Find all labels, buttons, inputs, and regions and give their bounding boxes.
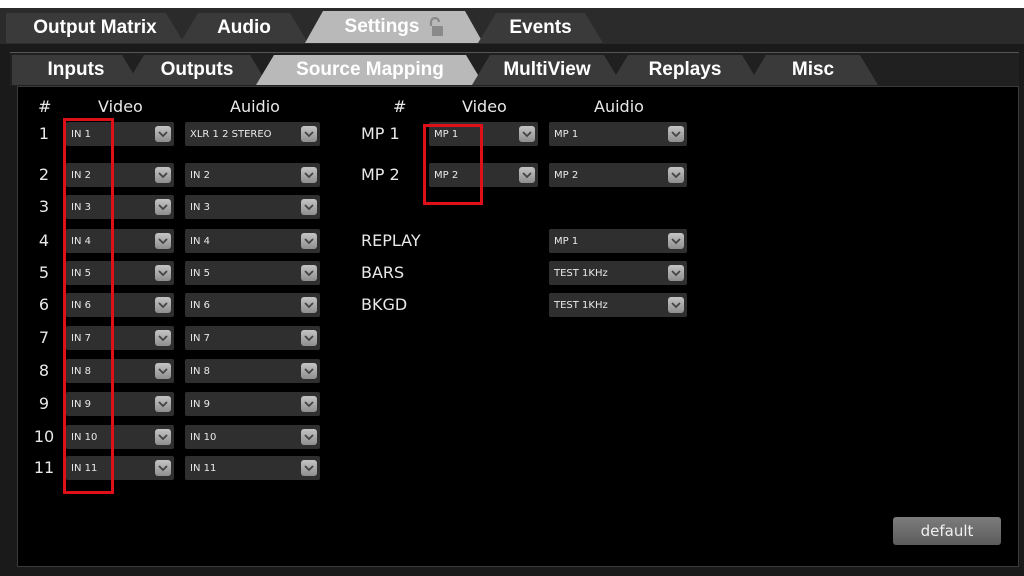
chevron-down-icon — [519, 167, 535, 183]
tab-settings[interactable]: Settings — [305, 11, 483, 43]
tab-audio[interactable]: Audio — [180, 13, 308, 43]
input-audio-select[interactable]: IN 8 — [185, 359, 320, 383]
input-video-select[interactable]: IN 6 — [66, 293, 174, 317]
input-video-select[interactable]: IN 11 — [66, 456, 174, 480]
chevron-down-icon — [155, 167, 171, 183]
chevron-down-icon — [668, 126, 684, 142]
input-row-number: 4 — [38, 231, 50, 250]
sub-tab-bar: Inputs Outputs Source Mapping MultiView … — [10, 52, 1019, 86]
chevron-down-icon — [301, 199, 317, 215]
input-video-select[interactable]: IN 3 — [66, 195, 174, 219]
input-audio-select[interactable]: XLR 1 2 STEREO — [185, 122, 320, 146]
inputs-video-header: Video — [98, 97, 143, 116]
tab-inputs[interactable]: Inputs — [12, 55, 140, 85]
input-audio-select[interactable]: IN 2 — [185, 163, 320, 187]
mp-video-header: Video — [462, 97, 507, 116]
mp-audio-header: Auidio — [594, 97, 644, 116]
inputs-audio-header: Auidio — [230, 97, 280, 116]
chevron-down-icon — [155, 199, 171, 215]
chevron-down-icon — [668, 265, 684, 281]
input-audio-select[interactable]: IN 10 — [185, 425, 320, 449]
chevron-down-icon — [301, 396, 317, 412]
tab-outputs[interactable]: Outputs — [126, 55, 268, 85]
chevron-down-icon — [301, 297, 317, 313]
input-video-select[interactable]: IN 4 — [66, 229, 174, 253]
mp-video-select[interactable]: MP 2 — [429, 163, 538, 187]
chevron-down-icon — [155, 460, 171, 476]
inputs-num-header: # — [38, 97, 52, 116]
chevron-down-icon — [155, 396, 171, 412]
input-row-number: 9 — [38, 394, 50, 413]
input-row-number: 1 — [38, 124, 50, 143]
chevron-down-icon — [301, 460, 317, 476]
chevron-down-icon — [155, 429, 171, 445]
chevron-down-icon — [668, 233, 684, 249]
input-row-number: 5 — [38, 263, 50, 282]
input-video-select[interactable]: IN 9 — [66, 392, 174, 416]
chevron-down-icon — [668, 297, 684, 313]
top-strip — [0, 0, 1024, 8]
chevron-down-icon — [668, 167, 684, 183]
mp-row-label: BARS — [361, 263, 405, 282]
chevron-down-icon — [155, 363, 171, 379]
top-tab-bar: Output Matrix Audio Settings Events — [0, 0, 1024, 44]
input-row-number: 10 — [33, 427, 55, 446]
tab-misc[interactable]: Misc — [748, 55, 878, 85]
mp-row-label: REPLAY — [361, 231, 421, 250]
chevron-down-icon — [155, 330, 171, 346]
input-video-select[interactable]: IN 1 — [66, 122, 174, 146]
tab-multiview[interactable]: MultiView — [472, 55, 622, 85]
source-mapping-panel: # Video Auidio 1 IN 1 XLR 1 2 STEREO 2 I… — [17, 86, 1019, 567]
chevron-down-icon — [301, 167, 317, 183]
input-audio-select[interactable]: IN 6 — [185, 293, 320, 317]
tab-output-matrix[interactable]: Output Matrix — [6, 13, 184, 43]
mp-audio-select[interactable]: MP 1 — [549, 122, 687, 146]
chevron-down-icon — [301, 126, 317, 142]
chevron-down-icon — [155, 126, 171, 142]
input-row-number: 8 — [38, 361, 50, 380]
mp-num-header: # — [393, 97, 407, 116]
input-audio-select[interactable]: IN 7 — [185, 326, 320, 350]
chevron-down-icon — [155, 265, 171, 281]
input-row-number: 2 — [38, 165, 50, 184]
input-audio-select[interactable]: IN 9 — [185, 392, 320, 416]
input-audio-select[interactable]: IN 3 — [185, 195, 320, 219]
chevron-down-icon — [301, 233, 317, 249]
input-row-number: 6 — [38, 295, 50, 314]
input-row-number: 11 — [33, 458, 55, 477]
mp-row-label: MP 2 — [361, 165, 400, 184]
input-video-select[interactable]: IN 7 — [66, 326, 174, 350]
input-audio-select[interactable]: IN 4 — [185, 229, 320, 253]
tab-source-mapping[interactable]: Source Mapping — [256, 55, 484, 85]
chevron-down-icon — [301, 429, 317, 445]
tab-events[interactable]: Events — [478, 13, 603, 43]
chevron-down-icon — [155, 297, 171, 313]
mp-audio-select[interactable]: TEST 1KHz — [549, 293, 687, 317]
mp-audio-select[interactable]: MP 2 — [549, 163, 687, 187]
mp-row-label: BKGD — [361, 295, 408, 314]
chevron-down-icon — [519, 126, 535, 142]
input-video-select[interactable]: IN 2 — [66, 163, 174, 187]
mp-row-label: MP 1 — [361, 124, 400, 143]
input-video-select[interactable]: IN 5 — [66, 261, 174, 285]
tab-replays[interactable]: Replays — [610, 55, 760, 85]
input-video-select[interactable]: IN 10 — [66, 425, 174, 449]
input-video-select[interactable]: IN 8 — [66, 359, 174, 383]
input-audio-select[interactable]: IN 11 — [185, 456, 320, 480]
input-row-number: 7 — [38, 328, 50, 347]
input-audio-select[interactable]: IN 5 — [185, 261, 320, 285]
chevron-down-icon — [301, 265, 317, 281]
default-button[interactable]: default — [893, 517, 1001, 545]
mp-audio-select[interactable]: TEST 1KHz — [549, 261, 687, 285]
mp-audio-select[interactable]: MP 1 — [549, 229, 687, 253]
input-row-number: 3 — [38, 197, 50, 216]
chevron-down-icon — [155, 233, 171, 249]
mp-video-select[interactable]: MP 1 — [429, 122, 538, 146]
chevron-down-icon — [301, 363, 317, 379]
chevron-down-icon — [301, 330, 317, 346]
lock-icon — [430, 17, 444, 36]
